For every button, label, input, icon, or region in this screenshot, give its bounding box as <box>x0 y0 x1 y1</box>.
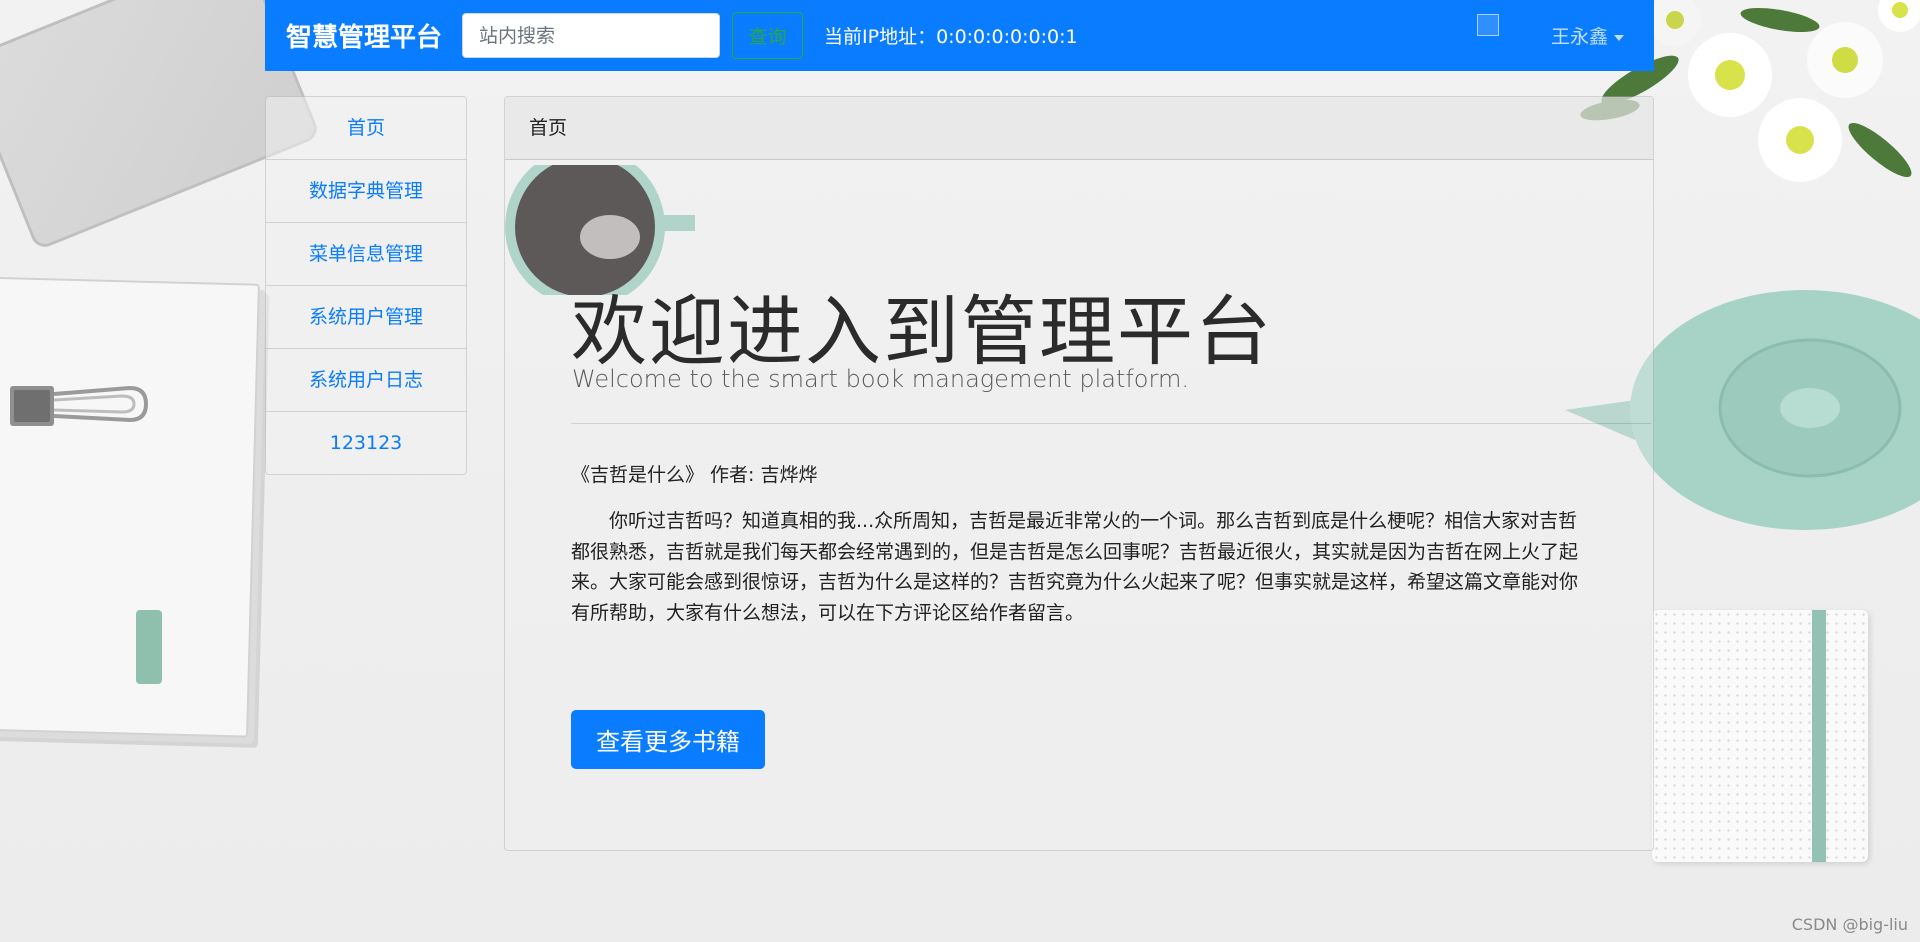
sidebar-item-data-dictionary[interactable]: 数据字典管理 <box>266 160 466 223</box>
sidebar-item-menu-info[interactable]: 菜单信息管理 <box>266 223 466 286</box>
card-header: 首页 <box>505 97 1653 160</box>
journal-band <box>1812 610 1826 862</box>
welcome-title: 欢迎进入到管理平台 <box>571 287 1273 376</box>
binder-clip-decoration <box>10 385 149 426</box>
journal-decoration <box>1652 610 1868 862</box>
brand-title[interactable]: 智慧管理平台 <box>286 17 442 54</box>
sidebar-item-system-users[interactable]: 系统用户管理 <box>266 286 466 349</box>
top-navbar: 智慧管理平台 查询 当前IP地址：0:0:0:0:0:0:0:1 王永鑫 <box>265 0 1654 71</box>
user-name: 王永鑫 <box>1550 26 1608 48</box>
sidebar-item-home[interactable]: 首页 <box>266 97 466 160</box>
search-button[interactable]: 查询 <box>732 12 804 59</box>
ip-address-text: 当前IP地址：0:0:0:0:0:0:0:1 <box>824 26 1078 48</box>
sidebar-item-123123[interactable]: 123123 <box>266 412 466 474</box>
eraser-decoration <box>136 610 162 684</box>
search-input[interactable] <box>462 13 721 58</box>
view-more-books-button[interactable]: 查看更多书籍 <box>571 710 765 769</box>
book-title-author: 《吉哲是什么》 作者: 吉烨烨 <box>571 464 818 486</box>
notebook-decoration <box>0 276 260 738</box>
divider <box>571 423 1651 424</box>
main-card: 首页 欢迎进入到管理平台 Welcome to the smart book m… <box>504 96 1654 851</box>
caret-down-icon <box>1614 34 1624 41</box>
sidebar-nav: 首页 数据字典管理 菜单信息管理 系统用户管理 系统用户日志 123123 <box>265 96 467 475</box>
sidebar-item-user-logs[interactable]: 系统用户日志 <box>266 349 466 412</box>
watermark-text: CSDN @big-liu <box>1791 915 1908 934</box>
avatar-image <box>1477 14 1499 36</box>
user-menu-dropdown[interactable]: 王永鑫 <box>1551 22 1624 49</box>
welcome-subtitle: Welcome to the smart book management pla… <box>572 365 1189 393</box>
book-description: 你听过吉哲吗？知道真相的我...众所周知，吉哲是最近非常火的一个词。那么吉哲到底… <box>571 510 1579 624</box>
